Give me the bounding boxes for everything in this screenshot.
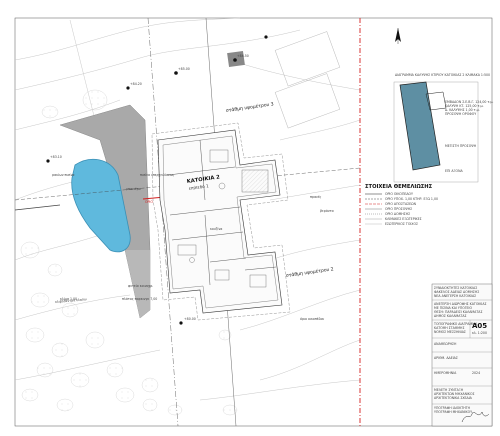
date-value: 2024	[472, 371, 480, 375]
site-plan-drawing: στάθμη υψομέτρου 3 στάθμη υψομέτρου 2 ΚΑ…	[14, 17, 493, 427]
location-line-2: ΔΗΜΟΣ ΚΑΛΑΜΑΤΑΣ	[434, 314, 467, 318]
signature-label-2: ΥΠΟΓΡΑΦΗ ΜΗΧΑΝΙΚΟΥ	[434, 410, 472, 414]
owner-line-3: ΝΕΑ ΑΝΕΓΕΡΣΗ ΚΑΤΟΙΚΙΑΣ	[434, 294, 476, 298]
kitchen-note: κουζίνα	[210, 227, 222, 231]
elevation-3: +84.20	[130, 82, 142, 86]
elevation-1: +85.00	[178, 67, 190, 71]
legend: ΣΤΟΙΧΕΙΑ ΘΕΜΕΛΙΩΣΗΣ ΟΡΙΟ ΟΙΚΟΠΕΔΟΥ ΟΡΙΟ …	[365, 184, 438, 226]
field-plot-1	[274, 31, 341, 87]
sheet-code: Α05	[472, 322, 487, 330]
north-arrow-icon	[395, 28, 401, 44]
slope-note-5: φυτεία κοινοχρ.	[128, 284, 153, 288]
slope-note-1: πρανές	[310, 195, 322, 199]
coverage-inset: ΔΙΑΓΡΑΜΜΑ ΚΑΛΥΨΗΣ ΚΤΙΡΙΟΥ ΚΑΤΟΙΚΙΑΣ 2 ΚΛ…	[393, 73, 493, 183]
legend-line-2: ΟΡΙΟ ΥΠΟΧ. 1,00 ΚΤΗΡ. ΕΞΩ 1,00	[385, 197, 438, 201]
limit-mark-label: ΟΡΙΟ	[145, 200, 153, 204]
title-block: ΣΥΝΙΔΙΟΚΤΗΤΕΣ ΚΑΤΟΙΚΙΑΣ ΦΑΚΕΛΟΣ ΑΔΕΙΑΣ Δ…	[431, 283, 493, 427]
level-3-label: στάθμη υψομέτρου 3	[225, 100, 274, 114]
pool-note-2: μπανιέρα	[126, 187, 141, 191]
inset-title: ΔΙΑΓΡΑΜΜΑ ΚΑΛΥΨΗΣ ΚΤΙΡΙΟΥ ΚΑΤΟΙΚΙΑΣ 2 ΚΛ…	[395, 73, 490, 77]
terrace-note: βεράντα	[320, 209, 334, 213]
elevation-4: +83.10	[50, 155, 62, 159]
elevation-2: +86.50	[237, 54, 249, 58]
legend-line-1: ΟΡΙΟ ΟΙΚΟΠΕΔΟΥ	[385, 192, 413, 196]
pool-note-1: πισίνα υπερχειλίσεως	[140, 173, 175, 177]
elevation-5: +80.00	[184, 317, 196, 321]
slope-note-6: πλάτος παρκινγκ 7,00	[122, 297, 157, 301]
sheet-scale: κλ. 1:200	[472, 331, 487, 335]
inset-note-5: ΜΕΓΙΣΤΗ ΠΡΟΣΟΨΗ	[445, 144, 477, 148]
level-2-label: στάθμη υψομέτρου 2	[285, 265, 334, 279]
house-floor-plan	[157, 129, 283, 314]
legend-line-4: ΟΡΙΟ ΠΡΟΣΟΨΗΣ	[385, 207, 412, 211]
legend-title: ΣΤΟΙΧΕΙΑ ΘΕΜΕΛΙΩΣΗΣ	[365, 184, 433, 190]
revision-label: ΑΝΑΘΕΩΡΗΣΗ	[434, 342, 457, 346]
inset-note-6: ΕΠΙ ΑΞΟΝΑ	[445, 169, 463, 173]
location-line-3: ΝΟΜΟΣ ΜΕΣΣΗΝΙΑΣ	[434, 330, 466, 334]
designer-line-3: ΑΡΧΙΤΕΚΤΟΝΙΚΑ ΣΧΕΔΙΑ	[434, 396, 473, 400]
legend-line-3: ΟΡΙΟ ΑΠΟΣΤΑΣΕΩΝ	[385, 202, 417, 206]
legend-line-5: ΟΡΙΟ ΔΟΜΗΣΗΣ	[385, 212, 410, 216]
location-line-4: ΑΡΙΘΜ. ΑΔΕΙΑΣ	[434, 356, 458, 360]
legend-line-7: ΕΣΩΤΕΡΙΚΟΣ ΤΟΙΧΟΣ	[385, 222, 418, 226]
field-plot-2	[274, 73, 341, 129]
pool-note-3: ρακίων πισίνα	[52, 173, 75, 177]
inset-note-4: ΠΡΟΣΟΨΗ ΟΡΟΦΟΥ	[445, 112, 476, 116]
drawing-sheet: στάθμη υψομέτρου 3 στάθμη υψομέτρου 2 ΚΑ…	[0, 0, 500, 432]
slope-note-2: όριο οικοπέδου	[300, 317, 324, 321]
date-label: ΗΜΕΡΟΜΗΝΙΑ	[434, 371, 457, 375]
legend-line-6: ΚΛΙΜΑΚΕΣ ΕΞΩΤΕΡΙΚΕΣ	[385, 217, 422, 221]
